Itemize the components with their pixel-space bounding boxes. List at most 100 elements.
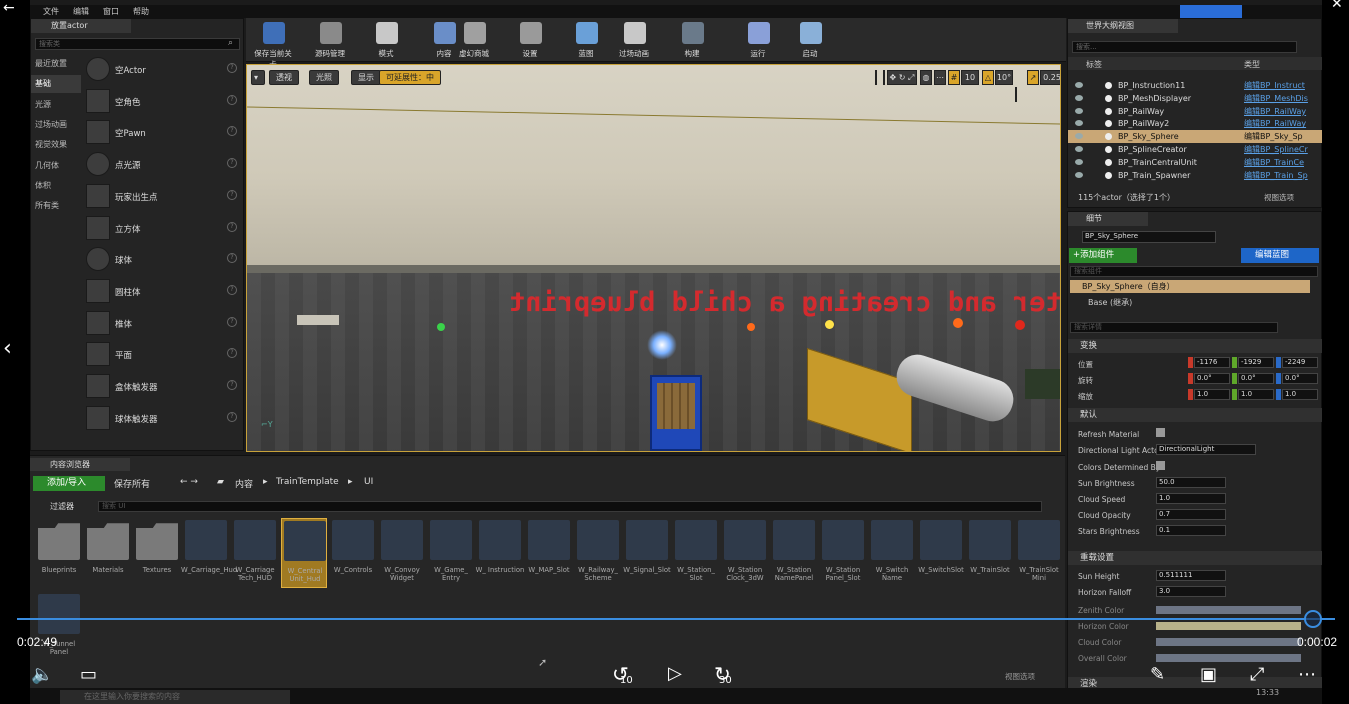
transform-scale-0[interactable]: 1.0 (1194, 389, 1230, 400)
asset-search[interactable]: 搜索 UI (98, 501, 1042, 512)
actor-item-11[interactable]: 球体触发器? (84, 404, 241, 434)
details-tab[interactable]: 细节 (1068, 212, 1148, 226)
actor-item-5[interactable]: 立方体? (84, 214, 241, 244)
outliner-view-options[interactable]: 视图选项 (1264, 192, 1294, 203)
asset-tile[interactable]: W_Signal_Slot (623, 518, 671, 588)
perspective-button[interactable]: 透视 (269, 70, 299, 85)
prop-value[interactable]: 50.0 (1156, 477, 1226, 488)
prop-value[interactable]: 1.0 (1156, 493, 1226, 504)
toolbar-button-9[interactable]: 运行 (736, 20, 780, 60)
outliner-row-type[interactable]: 编辑BP_MeshDis (1244, 92, 1310, 105)
content-browser-tab[interactable]: 内容浏览器 (30, 458, 130, 471)
toolbar-button-2[interactable]: 模式 (364, 20, 408, 60)
help-icon[interactable]: ? (227, 253, 237, 264)
asset-tile[interactable]: W_Tunnel Panel (36, 592, 82, 662)
category-1[interactable]: 基础 (31, 75, 81, 94)
toolbar-button-4[interactable]: 虚幻商城 (452, 20, 496, 60)
asset-tile[interactable]: W_TrainSlot (967, 518, 1013, 588)
actor-item-0[interactable]: 空Actor? (84, 55, 241, 85)
lit-button[interactable]: 光照 (309, 70, 339, 85)
outliner-row[interactable]: BP_SplineCreator 编辑BP_SplineCr (1068, 143, 1322, 156)
color-swatch[interactable] (1156, 606, 1301, 614)
checkbox[interactable] (1156, 428, 1165, 437)
prop-value[interactable]: 0.1 (1156, 525, 1226, 536)
actor-name-field[interactable]: BP_Sky_Sphere (1082, 231, 1216, 243)
help-icon[interactable]: ? (227, 411, 237, 422)
outliner-row[interactable]: BP_RailWay 编辑BP_RailWay (1068, 105, 1322, 118)
outliner-row-type[interactable]: 编辑BP_Instruct (1244, 79, 1310, 92)
pencil-icon[interactable]: ✎ (1150, 664, 1165, 685)
help-icon[interactable]: ? (227, 63, 237, 73)
transform-location-2[interactable]: -2249 (1282, 357, 1318, 368)
path-traintemplate[interactable]: TrainTemplate (276, 477, 339, 487)
category-5[interactable]: 几何体 (31, 157, 81, 175)
content-view-options[interactable]: 视图选项 (1005, 671, 1035, 682)
rotation-snap-value[interactable]: 10° (995, 70, 1013, 85)
outliner-row-type[interactable]: 编辑BP_TrainCe (1244, 156, 1310, 169)
toolbar-button-10[interactable]: 启动 (788, 20, 832, 60)
volume-icon[interactable]: 🔈 (31, 664, 53, 685)
transform-tools[interactable]: ✥ ↻ ⤢ (887, 70, 917, 85)
help-icon[interactable]: ? (227, 94, 237, 105)
history-arrows[interactable]: ← → (180, 477, 198, 487)
category-3[interactable]: 过场动画 (31, 116, 81, 134)
visibility-eye-icon[interactable] (1075, 158, 1083, 165)
help-icon[interactable]: ? (227, 189, 237, 200)
checkbox[interactable] (1156, 461, 1165, 470)
transform-section[interactable]: 变换 (1068, 339, 1322, 353)
play-icon[interactable]: ▷ (668, 663, 682, 684)
transform-rotation-2[interactable]: 0.0° (1282, 373, 1318, 384)
outliner-row[interactable]: BP_RailWay2 编辑BP_RailWay (1068, 117, 1322, 130)
transform-rotation-0[interactable]: 0.0° (1194, 373, 1230, 384)
asset-tile[interactable]: W_Switch Name (869, 518, 915, 588)
visibility-eye-icon[interactable] (1075, 120, 1083, 127)
outliner-row[interactable]: BP_Sky_Sphere 编辑BP_Sky_Sp (1068, 130, 1322, 144)
outliner-row-type[interactable]: 编辑BP_RailWay (1244, 117, 1310, 130)
outliner-row[interactable]: BP_Train_Spawner 编辑BP_Train_Sp (1068, 169, 1322, 182)
asset-tile[interactable]: W_Controls (330, 518, 376, 588)
transform-location-0[interactable]: -1176 (1194, 357, 1230, 368)
show-button[interactable]: 显示 (351, 70, 381, 85)
add-import-button[interactable]: 添加/导入 (33, 476, 105, 491)
category-7[interactable]: 所有类 (31, 197, 81, 215)
category-0[interactable]: 最近放置 (31, 55, 81, 73)
column-type[interactable]: 类型 (1244, 59, 1260, 70)
taskbar-search[interactable]: 在这里输入你要搜索的内容 (60, 690, 290, 704)
help-icon[interactable]: ? (227, 126, 237, 137)
help-icon[interactable]: ? (227, 158, 237, 169)
override-prop-value[interactable]: 3.0 (1156, 586, 1226, 597)
override-prop-value[interactable]: 0.511111 (1156, 570, 1226, 581)
prop-value[interactable]: DirectionalLight (1156, 444, 1256, 455)
help-icon[interactable]: ? (227, 221, 237, 232)
toolbar-button-8[interactable]: 构建 (670, 20, 714, 60)
help-icon[interactable]: ? (227, 380, 237, 390)
menu-help[interactable]: 帮助 (126, 5, 156, 18)
place-actor-search[interactable]: 搜索类 (35, 38, 240, 50)
more-icon[interactable]: ⋯ (1298, 664, 1316, 685)
toolbar-button-1[interactable]: 源码管理 (308, 20, 352, 60)
category-2[interactable]: 光源 (31, 96, 81, 114)
outliner-search[interactable]: 搜索... (1072, 41, 1297, 53)
viewport-menu-button[interactable]: ▾ (251, 70, 265, 85)
scalability-button[interactable]: 可延展性：中 (379, 70, 441, 85)
asset-tile[interactable]: Blueprints (36, 518, 82, 588)
visibility-eye-icon[interactable] (1075, 171, 1083, 178)
scale-snap-value[interactable]: 0.25 (1040, 70, 1060, 85)
outliner-row[interactable]: BP_MeshDisplayer 编辑BP_MeshDis (1068, 92, 1322, 105)
help-icon[interactable]: ? (227, 284, 237, 295)
outliner-tab[interactable]: 世界大纲视图 (1068, 19, 1178, 33)
toolbar-button-6[interactable]: 蓝图 (564, 20, 608, 60)
asset-tile[interactable]: W_Carriage_Hud (181, 518, 237, 588)
filter-button[interactable]: 过滤器 (50, 501, 74, 512)
outliner-row[interactable]: BP_Instruction11 编辑BP_Instruct (1068, 79, 1322, 92)
toolbar-button-0[interactable]: 保存当前关卡 (251, 20, 295, 69)
progress-knob[interactable] (1304, 610, 1322, 628)
help-icon[interactable]: ? (227, 316, 237, 327)
asset-tile[interactable]: W_Station NamePanel (771, 518, 817, 588)
menu-window[interactable]: 窗口 (96, 5, 126, 18)
level-viewport[interactable]: ▾ 透视 光照 显示 可延展性：中 ✥ ↻ ⤢ ◍ ⋯ # 10 △ 10° ↗… (246, 64, 1061, 452)
asset-tile[interactable]: W_Station Clock_3dW (722, 518, 768, 588)
category-6[interactable]: 体积 (31, 177, 81, 195)
outliner-row-type[interactable]: 编辑BP_RailWay (1244, 105, 1310, 118)
asset-tile[interactable]: W_TrainSlot Mini (1016, 518, 1062, 588)
